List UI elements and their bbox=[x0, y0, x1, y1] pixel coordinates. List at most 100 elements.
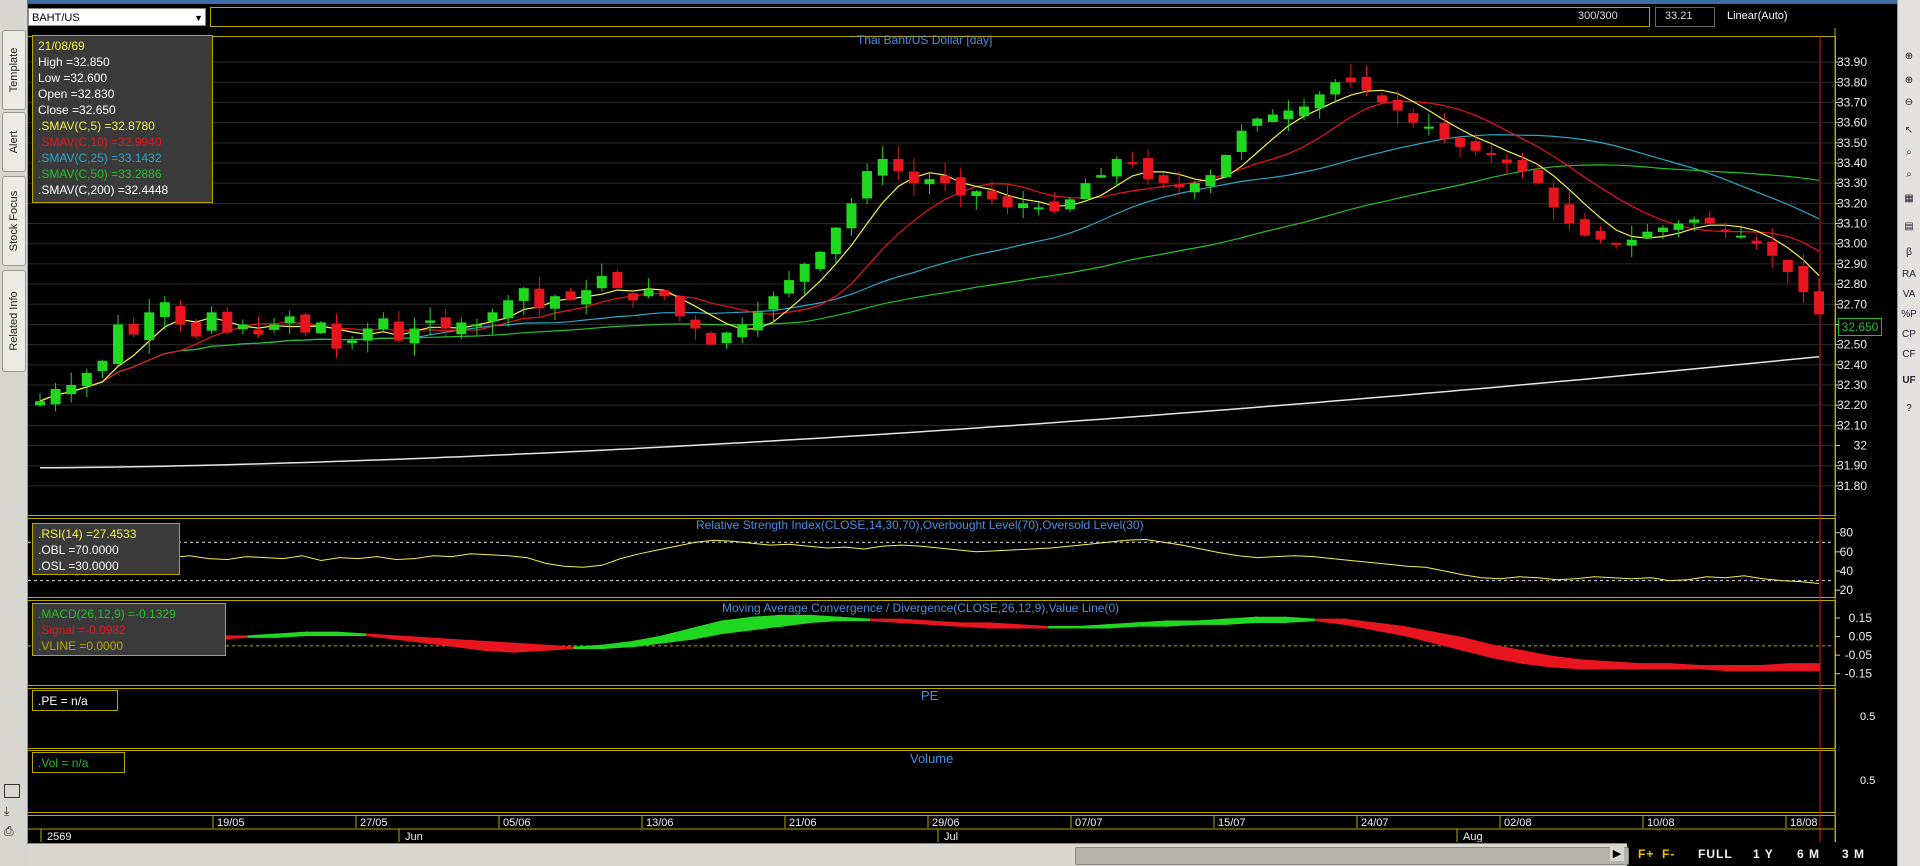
sma-lines bbox=[39, 89, 1820, 469]
help-icon[interactable]: ? bbox=[1900, 402, 1918, 416]
price-tick-label: 31.80 bbox=[1837, 479, 1867, 493]
note-icon[interactable] bbox=[4, 784, 20, 798]
down-candle bbox=[940, 175, 951, 184]
month-tick-label: Jul bbox=[944, 831, 958, 842]
macd-histogram-band bbox=[1195, 618, 1228, 625]
zoom-out-button[interactable]: F- bbox=[1662, 847, 1675, 861]
price-tick-label: 33.70 bbox=[1837, 95, 1867, 109]
down-candle bbox=[534, 288, 545, 309]
date-tick-label: 02/08 bbox=[1504, 817, 1532, 829]
up-candle bbox=[50, 389, 61, 405]
up-candle bbox=[284, 316, 295, 324]
up-candle bbox=[1689, 219, 1700, 223]
scroll-right-icon[interactable]: ▶ bbox=[1610, 847, 1624, 861]
panel-frame-0 bbox=[27, 36, 1836, 516]
date-tick-label: 24/07 bbox=[1361, 817, 1389, 829]
grid-icon[interactable]: ▦ bbox=[1900, 192, 1918, 206]
macd-histogram-band bbox=[898, 618, 931, 625]
date-tick-label: 18/08 bbox=[1790, 817, 1818, 829]
price-tick-label: 32.70 bbox=[1837, 297, 1867, 311]
zoom-in-button[interactable]: F+ bbox=[1638, 847, 1654, 861]
pe-info-box: .PE = n/a bbox=[32, 690, 118, 711]
cf-button[interactable]: CF bbox=[1900, 348, 1918, 362]
down-candle bbox=[674, 296, 685, 317]
up-candle bbox=[768, 296, 779, 310]
download-icon[interactable]: ⤓ bbox=[4, 804, 9, 819]
down-candle bbox=[1751, 240, 1762, 244]
down-candle bbox=[300, 314, 311, 333]
ohlc-open: Open =32.830 bbox=[38, 87, 115, 101]
down-candle bbox=[191, 322, 202, 337]
up-candle bbox=[1189, 183, 1200, 193]
price-tick-label: 33.00 bbox=[1837, 237, 1867, 251]
price-gridlines bbox=[28, 61, 1834, 487]
range-full-button[interactable]: FULL bbox=[1698, 847, 1733, 861]
up-candle bbox=[737, 324, 748, 338]
beta-button[interactable]: β bbox=[1900, 246, 1918, 260]
up-candle bbox=[815, 251, 826, 269]
chart-canvas[interactable]: 33.90 33.80 33.70 33.60 33.50 33.40 33.30 33.20… bbox=[27, 0, 1897, 842]
panel-frames bbox=[27, 28, 1836, 842]
chart-window: { "symbol":"BAHT/US", "header":{"bars":"… bbox=[0, 0, 1920, 866]
up-candle bbox=[1423, 126, 1434, 129]
pe-axis-tick: 0.5 bbox=[1860, 711, 1876, 723]
scroll-thumb[interactable] bbox=[1075, 847, 1629, 865]
remove-icon[interactable]: ⊖ bbox=[1900, 96, 1918, 110]
rsi-panel: 80 60 40 20 bbox=[28, 526, 1853, 597]
macd-histogram-band bbox=[335, 631, 367, 636]
up-candle bbox=[409, 328, 420, 344]
zoom-in-icon[interactable]: ⊕ bbox=[1900, 50, 1918, 64]
va-button[interactable]: VA bbox=[1900, 288, 1918, 302]
down-candle bbox=[1345, 77, 1356, 83]
add-icon[interactable]: ⊕ bbox=[1900, 74, 1918, 88]
cp-button[interactable]: CP bbox=[1900, 328, 1918, 342]
up-candle bbox=[1673, 223, 1684, 230]
candles bbox=[35, 64, 1824, 412]
range-3m-button[interactable]: 3 M bbox=[1842, 847, 1865, 861]
uf-button[interactable]: UF bbox=[1900, 374, 1918, 388]
down-candle bbox=[1798, 265, 1809, 293]
tab-related-info[interactable]: Related Info bbox=[2, 270, 26, 372]
signal-value: .Signal =-0.0982 bbox=[38, 623, 126, 637]
macd-histogram-band bbox=[305, 631, 338, 636]
up-candle bbox=[1252, 118, 1263, 126]
magnify-icon[interactable]: ⌕ bbox=[1900, 168, 1918, 182]
up-candle bbox=[1033, 207, 1044, 210]
cursor-icon[interactable]: ↖ bbox=[1900, 124, 1918, 138]
ohlc-high: High =32.850 bbox=[38, 55, 110, 69]
up-candle bbox=[113, 324, 124, 364]
up-candle bbox=[549, 296, 560, 309]
down-candle bbox=[659, 290, 670, 297]
down-candle bbox=[1470, 141, 1481, 151]
tab-alert-label: Alert bbox=[8, 130, 20, 154]
macd-histogram-band bbox=[573, 644, 605, 649]
up-candle bbox=[1735, 235, 1746, 238]
macd-histogram-band bbox=[1669, 663, 1702, 670]
range-1y-button[interactable]: 1 Y bbox=[1753, 847, 1774, 861]
down-candle bbox=[612, 272, 623, 289]
tab-alert[interactable]: Alert bbox=[2, 112, 26, 172]
horizontal-scrollbar[interactable] bbox=[27, 843, 1629, 866]
vol-info-box: .Vol = n/a bbox=[32, 752, 125, 773]
macd-info-box: .MACD(26,12,9) =-0.1329 .Signal =-0.0982… bbox=[32, 603, 226, 656]
ohlc-close: Close =32.650 bbox=[38, 103, 116, 117]
ra-button[interactable]: RA bbox=[1900, 268, 1918, 282]
print-icon[interactable]: ⎙ bbox=[4, 824, 14, 839]
macd-histogram-band bbox=[1461, 636, 1495, 659]
macd-histogram-band bbox=[1639, 663, 1672, 670]
macd-histogram-band bbox=[1224, 616, 1257, 625]
down-candle bbox=[1517, 160, 1528, 172]
up-candle bbox=[456, 322, 467, 335]
range-6m-button[interactable]: 6 M bbox=[1797, 847, 1820, 861]
tab-stock-focus[interactable]: Stock Focus bbox=[2, 176, 26, 266]
vol-axis-tick: 0.5 bbox=[1860, 775, 1876, 787]
percent-p-button[interactable]: %P bbox=[1900, 308, 1918, 322]
down-candle bbox=[706, 332, 717, 345]
macd-histogram-band bbox=[720, 616, 753, 635]
month-tick-label: 2569 bbox=[47, 831, 71, 842]
tab-template[interactable]: Template bbox=[2, 30, 26, 110]
search-icon[interactable]: ⌕ bbox=[1900, 146, 1918, 160]
macd-title: Moving Average Convergence / Divergence(… bbox=[722, 601, 1120, 615]
price-tick-label: 33.20 bbox=[1837, 196, 1867, 210]
chart-type-icon[interactable]: ▤ bbox=[1900, 220, 1918, 234]
